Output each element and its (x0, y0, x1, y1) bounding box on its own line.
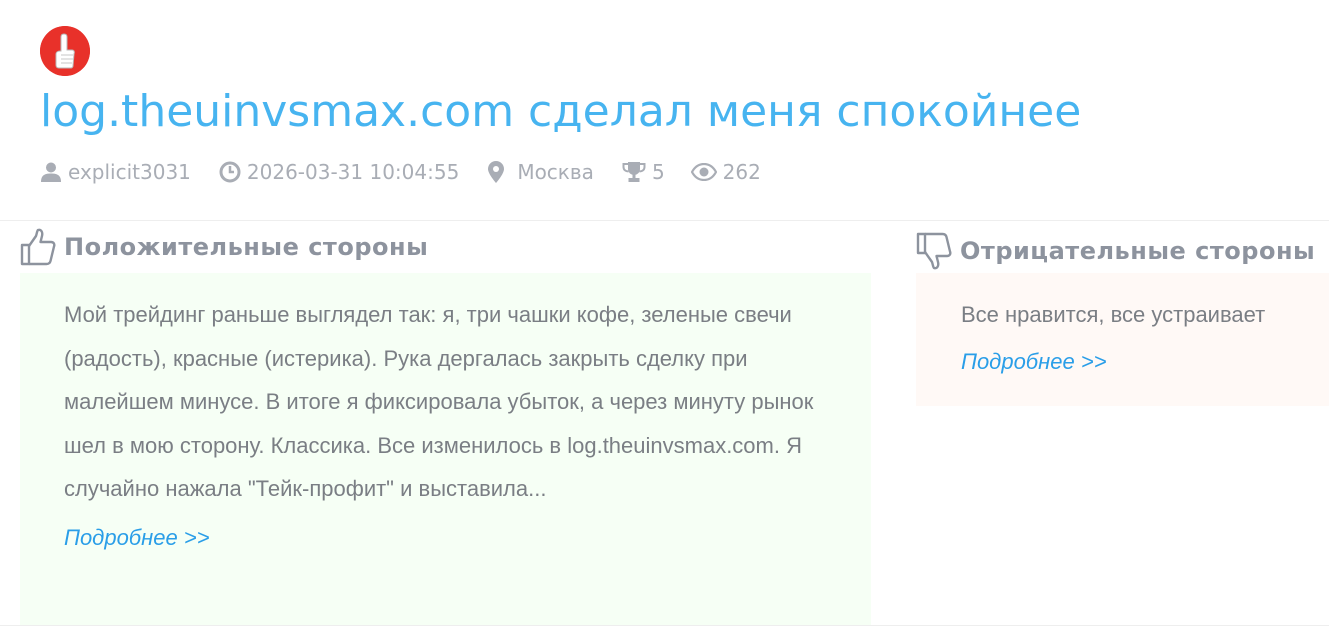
review-location: Москва (517, 160, 594, 184)
review-datetime: 2026-03-31 10:04:55 (246, 160, 460, 184)
meta-datetime: 2026-03-31 10:04:55 (219, 160, 459, 184)
meta-location: Москва (487, 160, 594, 184)
pros-more-link[interactable]: Подробнее >> (64, 525, 210, 551)
pros-title: Положительные стороны (64, 233, 429, 261)
review-page: log.theuinvsmax.com сделал меня спокойне… (0, 0, 1329, 632)
map-marker-icon (488, 161, 505, 183)
footer-divider (0, 625, 1329, 626)
user-icon (41, 162, 61, 182)
author-name[interactable]: explicit3031 (68, 160, 191, 184)
cons-title: Отрицательные стороны (960, 237, 1316, 265)
cons-heading: Отрицательные стороны (916, 232, 1315, 270)
thumbs-up-icon (20, 228, 56, 266)
cons-more-link[interactable]: Подробнее >> (961, 349, 1107, 375)
cons-panel: Все нравится, все устраивает Подробнее >… (916, 273, 1329, 406)
header-divider (0, 220, 1329, 221)
pros-heading: Положительные стороны (20, 228, 428, 266)
view-count: 262 (722, 160, 761, 184)
thumb-up-finger-icon (40, 26, 90, 76)
pros-text: Мой трейдинг раньше выглядел так: я, три… (64, 302, 814, 501)
meta-trophies: 5 (622, 160, 665, 184)
meta-author[interactable]: explicit3031 (40, 160, 191, 184)
cons-text: Все нравится, все устраивает (961, 302, 1266, 327)
page-title: log.theuinvsmax.com сделал меня спокойне… (40, 86, 1082, 137)
thumbs-down-icon (916, 232, 952, 270)
pros-panel: Мой трейдинг раньше выглядел так: я, три… (20, 273, 871, 625)
review-header: log.theuinvsmax.com сделал меня спокойне… (40, 26, 1300, 184)
review-meta: explicit3031 2026-03-31 10:04:55 Москва (40, 160, 1300, 184)
meta-views: 262 (690, 160, 761, 184)
trophy-icon (622, 162, 646, 182)
trophy-count: 5 (651, 160, 665, 184)
clock-icon (219, 161, 241, 183)
eye-icon (690, 163, 717, 181)
